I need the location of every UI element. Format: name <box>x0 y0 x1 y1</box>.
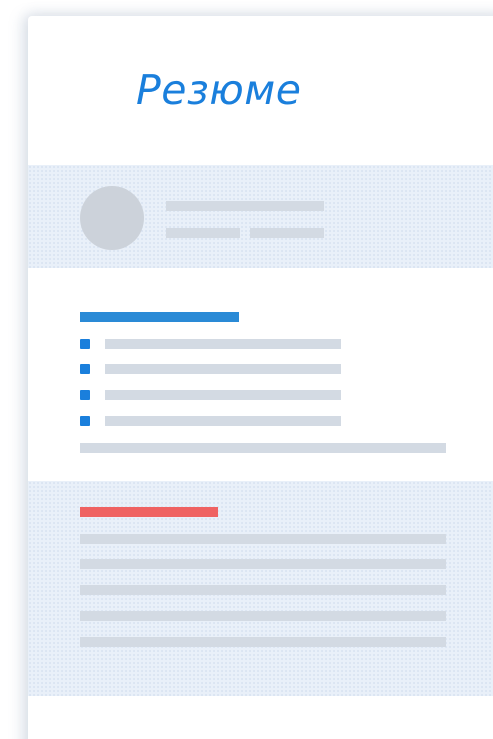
bullet-line-1 <box>105 339 341 349</box>
subtitle-line-1 <box>166 228 240 238</box>
section-2-heading-bar <box>80 507 218 517</box>
section-2-text-line <box>80 637 446 647</box>
avatar-placeholder-icon <box>80 186 144 250</box>
section-2-text-line <box>80 585 446 595</box>
section-2-text-line <box>80 559 446 569</box>
square-bullet-icon <box>80 364 90 374</box>
section-2-text-line <box>80 611 446 621</box>
bullet-line-2 <box>105 364 341 374</box>
resume-document: Резюме <box>28 16 493 739</box>
subtitle-line-2 <box>250 228 324 238</box>
square-bullet-icon <box>80 416 90 426</box>
name-line <box>166 201 324 211</box>
section-1-heading-bar <box>80 312 239 322</box>
square-bullet-icon <box>80 339 90 349</box>
bullet-line-4 <box>105 416 341 426</box>
bullet-line-3 <box>105 390 341 400</box>
resume-illustration: Резюме <box>0 0 493 739</box>
square-bullet-icon <box>80 390 90 400</box>
section-1-text-line <box>80 443 446 453</box>
resume-title: Резюме <box>136 66 302 114</box>
section-2-text-line <box>80 534 446 544</box>
